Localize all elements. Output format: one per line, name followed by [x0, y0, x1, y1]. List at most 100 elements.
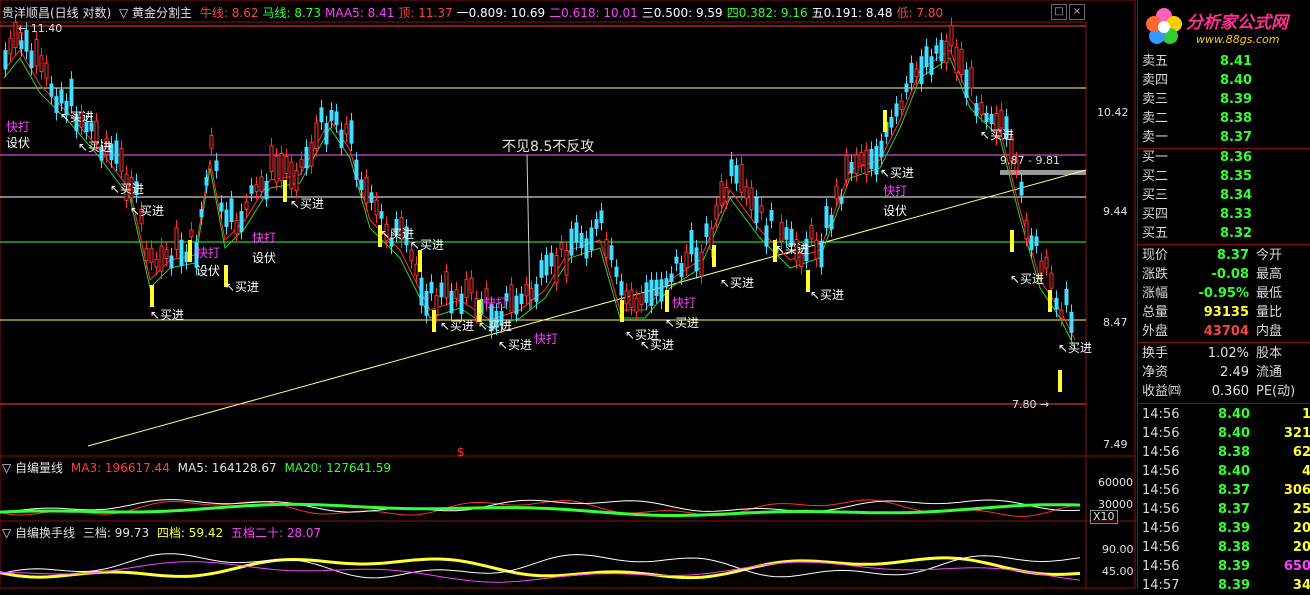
signal-bar [283, 180, 287, 202]
signal-label-buy: ↖买进 [60, 110, 95, 124]
stats-label-2: 流通 [1256, 365, 1283, 380]
order-price: 8.40 [1220, 73, 1253, 88]
order-price: 8.41 [1220, 54, 1253, 69]
candlestick-chart[interactable]: $ 贵洋顺昌(日线 对数) ▽ 黄金分割主 牛线: 8.62 马线: 8.73 MA… [0, 0, 1136, 589]
order-book-row[interactable]: 卖四 8.40 [1138, 71, 1310, 90]
candle-body [304, 146, 309, 169]
candle-body [744, 186, 749, 199]
tick-price: 8.37 [1218, 483, 1251, 498]
close-icon[interactable]: × [1069, 4, 1085, 20]
signal-label-ambush: 设伏 [196, 264, 221, 278]
candle-body [759, 205, 764, 213]
order-book-row[interactable]: 卖一 8.37 [1138, 128, 1310, 147]
candle-body [899, 100, 904, 110]
order-book-row[interactable]: 买五 8.32 [1138, 224, 1310, 243]
turnover-l3: 三档: 99.73 [82, 526, 150, 540]
tick-volume: 25 [1292, 502, 1310, 517]
candle-body [969, 67, 974, 89]
order-level: 买三 [1142, 188, 1169, 203]
candle-body [954, 46, 959, 74]
peak-price-label: ← 11.40 [18, 22, 63, 35]
candle-body [319, 107, 324, 123]
order-price: 8.38 [1220, 111, 1253, 126]
signal-label-buy: ↖买进 [720, 276, 755, 290]
indicator-name[interactable]: ▽ 黄金分割主 [119, 6, 192, 20]
signal-label-buy: ↖买进 [380, 227, 415, 241]
candle-body [179, 239, 184, 266]
order-book-row[interactable]: 卖五 8.41 [1138, 52, 1310, 71]
price-tick: 10.42 [1097, 106, 1129, 119]
turnover-axis-tick: 45.00 [1102, 565, 1134, 578]
candle-body [689, 230, 694, 255]
candle-body [764, 225, 769, 247]
order-book-row[interactable]: 卖二 8.38 [1138, 109, 1310, 128]
order-book-row[interactable]: 卖三 8.39 [1138, 90, 1310, 109]
tick-volume: 1 [1301, 407, 1310, 422]
candle-body [324, 123, 329, 145]
order-level: 买二 [1142, 169, 1169, 184]
candle-body [49, 83, 54, 97]
range-label: 9.87 - 9.81 [1000, 154, 1060, 167]
panel-divider [1138, 403, 1310, 404]
candle-body [644, 282, 649, 303]
candle-body [859, 151, 864, 166]
signal-label-buy: ↖买进 [110, 182, 145, 196]
candle-body [204, 177, 209, 186]
order-book-row[interactable]: 买二 8.35 [1138, 167, 1310, 186]
quote-label: 现价 [1142, 248, 1169, 263]
candle-body [149, 247, 154, 263]
tick-price: 8.38 [1218, 445, 1251, 460]
candle-body [669, 273, 674, 282]
signal-label-buy: ↖买进 [810, 288, 845, 302]
ma-line-red [3, 49, 1076, 341]
turnover-l3-line [0, 556, 1081, 580]
candle-body [544, 254, 549, 276]
candle-body [814, 239, 819, 260]
candle-body [599, 210, 604, 224]
signal-label-hit: 快打 [252, 231, 277, 245]
stock-name[interactable]: 贵洋顺昌(日线 对数) [2, 6, 111, 20]
candle-body [509, 284, 514, 313]
signal-bar [1010, 230, 1014, 252]
candle-body [314, 122, 319, 150]
vol-ma3: MA3: 196617.44 [70, 461, 170, 475]
candle-body [524, 284, 529, 297]
quote-value: 8.37 [1216, 248, 1249, 263]
site-logo[interactable]: 分析家公式网 www.88gs.com [1138, 0, 1310, 52]
candle-body [554, 255, 559, 284]
candle-body [809, 225, 814, 240]
signal-label-buy: ↖买进 [130, 204, 165, 218]
minimize-icon[interactable]: □ [1051, 4, 1067, 20]
signal-label-buy: ↖买进 [290, 197, 325, 211]
candle-body [284, 155, 289, 174]
signal-label-buy: ↖买进 [150, 308, 185, 322]
candle-body [414, 263, 419, 276]
candle-body [69, 78, 74, 107]
order-book-row[interactable]: 买三 8.34 [1138, 186, 1310, 205]
candle-body [564, 250, 569, 276]
candle-body [679, 263, 684, 278]
order-book-row[interactable]: 买一 8.36 [1138, 148, 1310, 167]
candle-body [29, 50, 34, 69]
candle-body [184, 251, 189, 263]
signal-label-buy: ↖买进 [775, 242, 810, 256]
tick-time: 14:56 [1142, 559, 1180, 574]
tick-time: 14:56 [1142, 483, 1180, 498]
candle-body [664, 278, 669, 288]
order-book-row[interactable]: 买四 8.33 [1138, 205, 1310, 224]
candle-body [974, 103, 979, 116]
turnover-l5: 五档二十: 28.07 [230, 526, 322, 540]
signal-label-buy: ↖买进 [1010, 272, 1045, 286]
chart-canvas[interactable]: $ [0, 0, 1136, 589]
candle-body [334, 111, 339, 126]
candle-body [54, 96, 59, 113]
tick-price: 8.39 [1218, 559, 1251, 574]
tick-time: 14:56 [1142, 407, 1180, 422]
price-tick: 8.47 [1103, 316, 1128, 329]
quote-label: 涨幅 [1142, 286, 1169, 301]
stats-row: 收益㈣ 0.360 PE(动) [1138, 382, 1310, 401]
signal-label-ambush: 设伏 [883, 204, 908, 218]
tick-time: 14:56 [1142, 521, 1180, 536]
candle-body [289, 161, 294, 189]
candle-body [209, 135, 214, 149]
